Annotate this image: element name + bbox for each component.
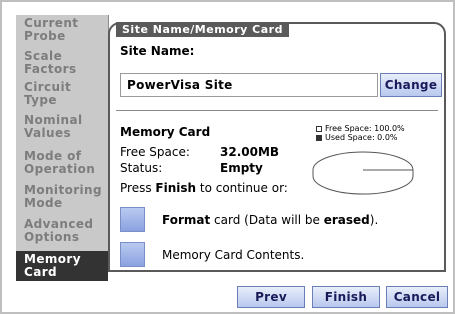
- press-finish-text: Press Finish to continue or:: [120, 181, 288, 195]
- sidebar: Current Probe Scale Factors Circuit Type…: [16, 15, 109, 281]
- memory-card-contents-button[interactable]: [120, 242, 145, 267]
- sidebar-item-memory-card[interactable]: Memory Card: [16, 251, 108, 281]
- pie-edge: [312, 170, 414, 195]
- status-label: Status:: [120, 161, 163, 175]
- memory-card-heading: Memory Card: [120, 125, 211, 139]
- window-frame: Current Probe Scale Factors Circuit Type…: [0, 0, 455, 314]
- memory-card-contents-text: Memory Card Contents.: [162, 248, 305, 262]
- format-card-text: Format card (Data will be erased).: [162, 213, 379, 227]
- sidebar-item-mode-of-operation[interactable]: Mode of Operation: [16, 150, 108, 176]
- sidebar-item-current-probe[interactable]: Current Probe: [16, 17, 108, 43]
- status-value: Empty: [220, 161, 263, 175]
- memory-pie-chart: [312, 151, 414, 195]
- used-space-swatch-icon: [316, 134, 322, 141]
- finish-button[interactable]: Finish: [312, 286, 380, 308]
- legend-free: Free Space: 100.0%: [316, 124, 405, 133]
- legend-used: Used Space: 0.0%: [316, 133, 398, 142]
- free-space-value: 32.00MB: [220, 145, 280, 159]
- sidebar-item-nominal-values[interactable]: Nominal Values: [16, 114, 108, 140]
- change-button[interactable]: Change: [380, 73, 442, 97]
- sidebar-item-monitoring-mode[interactable]: Monitoring Mode: [16, 184, 108, 210]
- divider: [116, 110, 438, 111]
- sidebar-item-scale-factors[interactable]: Scale Factors: [16, 50, 108, 76]
- sidebar-item-advanced-options[interactable]: Advanced Options: [16, 218, 108, 244]
- site-name-label: Site Name:: [120, 44, 195, 58]
- format-card-button[interactable]: [120, 207, 145, 232]
- prev-button[interactable]: Prev: [237, 286, 305, 308]
- free-space-label: Free Space:: [120, 145, 190, 159]
- site-memory-panel: Site Name/Memory Card Site Name: PowerVi…: [108, 22, 446, 272]
- cancel-button[interactable]: Cancel: [386, 286, 448, 308]
- free-space-swatch-icon: [316, 125, 322, 132]
- panel-title: Site Name/Memory Card: [116, 22, 289, 37]
- sidebar-item-circuit-type[interactable]: Circuit Type: [16, 81, 108, 107]
- site-name-field[interactable]: PowerVisa Site: [120, 73, 378, 97]
